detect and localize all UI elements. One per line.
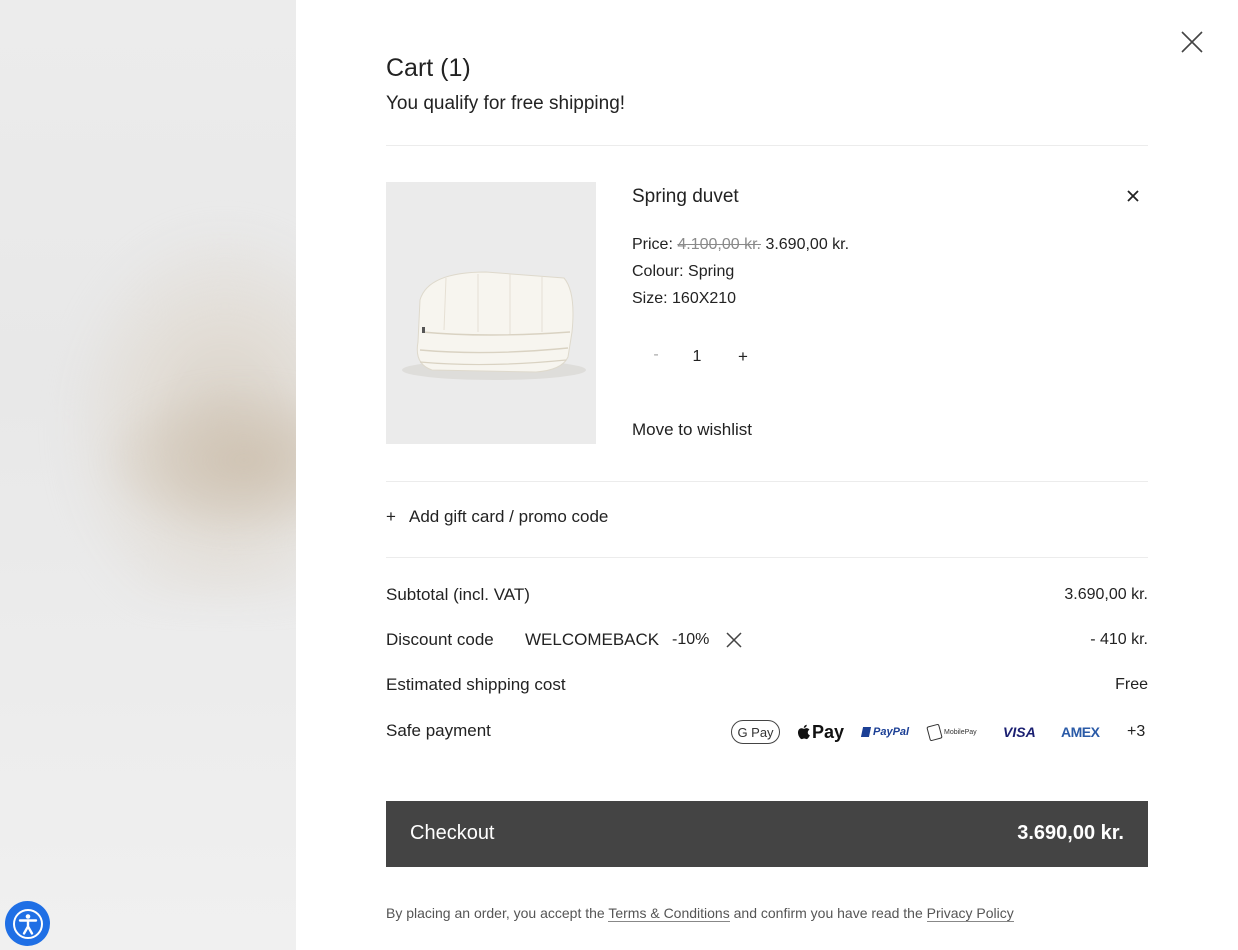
shipping-value: Free bbox=[1115, 676, 1148, 693]
payment-methods: G Pay Pay PayPal MobilePay VISA AMEX +3 bbox=[731, 719, 1148, 745]
price-label: Price: bbox=[632, 236, 673, 253]
remove-discount-icon[interactable] bbox=[726, 632, 742, 648]
cart-drawer: Cart (1) You qualify for free shipping! … bbox=[296, 0, 1238, 950]
paypal-text: PayPal bbox=[873, 726, 910, 738]
accessibility-button[interactable] bbox=[5, 901, 50, 946]
plus-icon: + bbox=[386, 507, 396, 526]
discount-code: WELCOMEBACK bbox=[525, 630, 660, 649]
quantity-value: 1 bbox=[692, 348, 702, 365]
divider bbox=[386, 557, 1148, 558]
product-price: Price: 4.100,00 kr. 3.690,00 kr. bbox=[632, 236, 849, 254]
paypal-mark-icon bbox=[860, 727, 872, 737]
close-icon[interactable] bbox=[1181, 31, 1203, 53]
apple-pay-text: Pay bbox=[812, 721, 845, 742]
google-pay-logo: G Pay bbox=[731, 720, 780, 744]
checkout-button[interactable]: Checkout 3.690,00 kr. bbox=[386, 801, 1148, 867]
product-image[interactable] bbox=[386, 182, 596, 444]
sale-price: 3.690,00 kr. bbox=[765, 236, 850, 253]
free-shipping-message: You qualify for free shipping! bbox=[386, 93, 626, 114]
shipping-label: Estimated shipping cost bbox=[386, 675, 566, 694]
cart-title: Cart (1) bbox=[386, 54, 471, 82]
remove-item-icon[interactable] bbox=[1127, 190, 1139, 202]
paypal-logo: PayPal bbox=[860, 719, 910, 745]
quantity-increase-button[interactable]: + bbox=[735, 347, 751, 367]
legal-middle: and confirm you have read the bbox=[729, 905, 927, 921]
divider bbox=[386, 481, 1148, 482]
original-price: 4.100,00 kr. bbox=[677, 236, 761, 253]
more-payment-methods: +3 bbox=[1127, 723, 1146, 740]
move-to-wishlist-link[interactable]: Move to wishlist bbox=[632, 420, 752, 440]
subtotal-label: Subtotal (incl. VAT) bbox=[386, 585, 530, 604]
discount-value: - 410 kr. bbox=[1090, 631, 1148, 648]
subtotal-value: 3.690,00 kr. bbox=[1064, 586, 1148, 603]
quantity-decrease-button[interactable]: - bbox=[648, 346, 664, 364]
apple-pay-logo: Pay bbox=[797, 719, 844, 745]
product-size: Size: 160X210 bbox=[632, 290, 737, 307]
product-name[interactable]: Spring duvet bbox=[632, 186, 739, 208]
safe-payment-label: Safe payment bbox=[386, 721, 491, 740]
amex-logo: AMEX bbox=[1061, 724, 1100, 740]
legal-prefix: By placing an order, you accept the bbox=[386, 905, 609, 921]
add-promo-code-toggle[interactable]: + Add gift card / promo code bbox=[386, 507, 608, 527]
privacy-policy-link[interactable]: Privacy Policy bbox=[926, 905, 1014, 922]
divider bbox=[386, 145, 1148, 146]
checkout-label: Checkout bbox=[410, 822, 495, 844]
apple-icon bbox=[797, 724, 810, 740]
mobilepay-logo: MobilePay bbox=[926, 719, 977, 745]
legal-notice: By placing an order, you accept the Term… bbox=[386, 905, 1014, 922]
terms-link[interactable]: Terms & Conditions bbox=[608, 905, 730, 922]
discount-percent: -10% bbox=[672, 631, 710, 648]
discount-label: Discount code bbox=[386, 630, 494, 649]
backdrop-blur-detail bbox=[100, 380, 296, 540]
visa-logo: VISA bbox=[1003, 724, 1036, 740]
mobilepay-text: MobilePay bbox=[944, 728, 977, 736]
accessibility-icon bbox=[12, 908, 43, 939]
duvet-image bbox=[386, 182, 596, 444]
checkout-amount: 3.690,00 kr. bbox=[1017, 822, 1124, 844]
product-colour: Colour: Spring bbox=[632, 263, 735, 280]
page-backdrop[interactable] bbox=[0, 0, 296, 950]
mobilepay-mark-icon bbox=[926, 723, 943, 741]
promo-label: Add gift card / promo code bbox=[409, 507, 609, 526]
